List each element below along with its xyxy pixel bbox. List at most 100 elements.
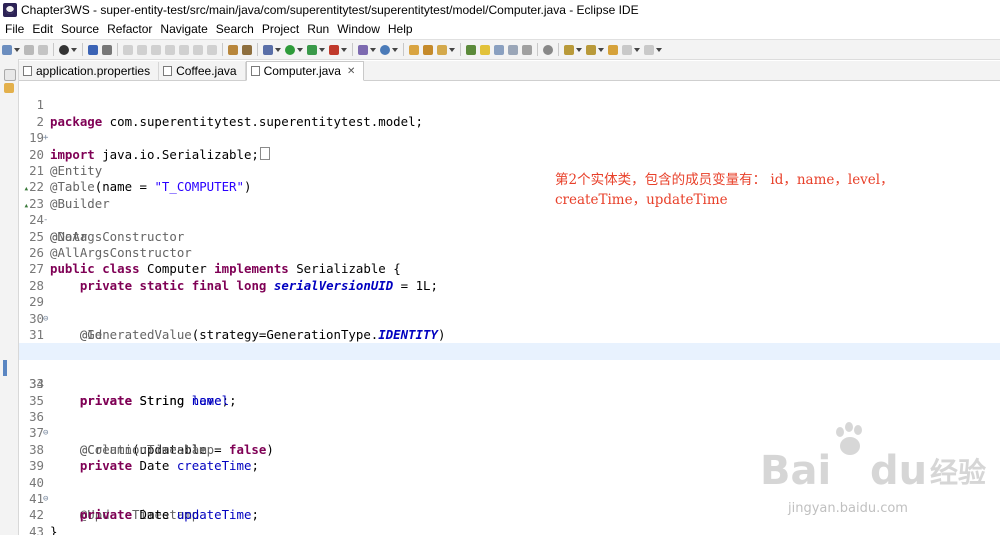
svg-text:Bai: Bai <box>760 448 831 494</box>
eclipse-window: Chapter3WS - super-entity-test/src/main/… <box>0 0 1000 535</box>
tab-label: Coffee.java <box>176 64 237 78</box>
baidu-jingyan-watermark: Bai du 经验 jingyan.baidu.com <box>760 420 990 530</box>
disconnect-icon[interactable] <box>165 44 175 55</box>
debug-perspective-icon[interactable] <box>59 44 69 55</box>
close-icon[interactable]: ✕ <box>347 66 355 77</box>
minimized-views-strip <box>0 59 19 535</box>
svg-text:du: du <box>870 448 927 494</box>
open-task-icon[interactable] <box>423 44 433 55</box>
current-code-line: 33 private String name; <box>3 343 1000 408</box>
toolbar-separator <box>257 43 258 56</box>
globe-icon[interactable] <box>543 44 553 55</box>
tab-label: Computer.java <box>263 64 341 78</box>
menu-project[interactable]: Project <box>258 22 303 36</box>
coverage-icon[interactable] <box>307 44 317 55</box>
menu-file[interactable]: File <box>0 22 28 36</box>
suspend-icon[interactable] <box>137 44 147 55</box>
chevron-down-icon[interactable] <box>341 47 347 52</box>
step-return-icon[interactable] <box>207 44 217 55</box>
svg-text:经验: 经验 <box>930 456 986 489</box>
menu-edit[interactable]: Edit <box>28 22 57 36</box>
chevron-down-icon[interactable] <box>449 47 455 52</box>
menu-navigate[interactable]: Navigate <box>156 22 211 36</box>
chevron-down-icon[interactable] <box>370 47 376 52</box>
toolbar-separator <box>537 43 538 56</box>
search-icon[interactable] <box>437 44 447 55</box>
chevron-down-icon[interactable] <box>598 47 604 52</box>
chevron-down-icon[interactable] <box>576 47 582 52</box>
new-icon[interactable] <box>2 44 12 55</box>
toggle-word-wrap-icon[interactable] <box>480 44 490 55</box>
settings-icon[interactable] <box>263 44 273 55</box>
forward-icon[interactable] <box>644 44 654 55</box>
tab-application-properties[interactable]: application.properties <box>19 62 160 80</box>
resume-icon[interactable] <box>123 44 133 55</box>
tab-coffee-java[interactable]: Coffee.java <box>159 62 246 80</box>
code-line: 28 <box>19 261 1000 293</box>
toolbar-separator <box>53 43 54 56</box>
chevron-down-icon[interactable] <box>297 47 303 52</box>
chevron-down-icon[interactable] <box>71 47 77 52</box>
menu-refactor[interactable]: Refactor <box>103 22 156 36</box>
menu-run[interactable]: Run <box>303 22 333 36</box>
toolbar-separator <box>117 43 118 56</box>
back-icon[interactable] <box>622 44 632 55</box>
eclipse-logo-icon <box>3 3 17 17</box>
toolbar-separator <box>352 43 353 56</box>
show-whitespace-icon[interactable] <box>508 44 518 55</box>
tutorial-annotation: 第2个实体类，包含的成员变量有： id，name，level， createTi… <box>555 170 975 210</box>
save-all-icon[interactable] <box>38 44 48 55</box>
tab-computer-java[interactable]: Computer.java ✕ <box>245 61 365 81</box>
package-explorer-icon[interactable] <box>4 83 14 93</box>
properties-file-icon <box>23 66 32 76</box>
toolbar-separator <box>558 43 559 56</box>
run-icon[interactable] <box>285 44 295 55</box>
console-icon[interactable] <box>88 44 98 55</box>
menu-source[interactable]: Source <box>57 22 103 36</box>
drop-to-frame-icon[interactable] <box>228 44 238 55</box>
code-line: 36 ⊖ @Column(updatable = false) <box>19 393 1000 457</box>
window-title: Chapter3WS - super-entity-test/src/main/… <box>21 3 639 17</box>
code-line: 20 @Entity <box>19 130 1000 178</box>
code-line: 31 private Long id; <box>19 311 1000 358</box>
block-selection-icon[interactable] <box>494 44 504 55</box>
step-over-icon[interactable] <box>193 44 203 55</box>
current-line-marker <box>3 359 7 376</box>
editor-tab-bar: application.properties Coffee.java Compu… <box>19 61 1000 81</box>
last-edit-location-icon[interactable] <box>608 44 618 55</box>
code-line: 29 ⊖ @Id <box>19 278 1000 342</box>
menu-search[interactable]: Search <box>212 22 258 36</box>
menu-window[interactable]: Window <box>333 22 384 36</box>
new-java-project-icon[interactable] <box>358 44 368 55</box>
chevron-down-icon[interactable] <box>392 47 398 52</box>
use-step-filters-icon[interactable] <box>242 44 252 55</box>
toolbar <box>0 39 1000 60</box>
skip-breakpoints-icon[interactable] <box>102 44 112 55</box>
toolbar-separator <box>82 43 83 56</box>
external-tools-icon[interactable] <box>329 44 339 55</box>
code-line: 19 <box>19 114 1000 145</box>
save-icon[interactable] <box>24 44 34 55</box>
chevron-down-icon[interactable] <box>275 47 281 52</box>
previous-annotation-icon[interactable] <box>586 44 596 55</box>
java-file-icon <box>163 66 173 76</box>
chevron-down-icon[interactable] <box>319 47 325 52</box>
toolbar-separator <box>222 43 223 56</box>
restore-view-icon[interactable] <box>4 69 16 81</box>
code-line: 25 @AllArgsConstructor <box>19 212 1000 260</box>
chevron-down-icon[interactable] <box>634 47 640 52</box>
open-type-icon[interactable] <box>409 44 419 55</box>
menu-help[interactable]: Help <box>384 22 417 36</box>
code-line: 26 public class Computer implements Seri… <box>19 229 1000 276</box>
chevron-down-icon[interactable] <box>656 47 662 52</box>
code-line: 2 + import java.io.Serializable; <box>19 97 1000 162</box>
next-annotation-icon[interactable] <box>564 44 574 55</box>
code-line: 30 @GeneratedValue(strategy=GenerationTy… <box>19 294 1000 342</box>
terminate-icon[interactable] <box>151 44 161 55</box>
step-into-icon[interactable] <box>179 44 189 55</box>
title-bar: Chapter3WS - super-entity-test/src/main/… <box>0 0 1000 20</box>
pilcrow-icon[interactable] <box>522 44 532 55</box>
chevron-down-icon[interactable] <box>14 47 20 52</box>
toggle-mark-occurrences-icon[interactable] <box>466 44 476 55</box>
new-package-icon[interactable] <box>380 44 390 55</box>
